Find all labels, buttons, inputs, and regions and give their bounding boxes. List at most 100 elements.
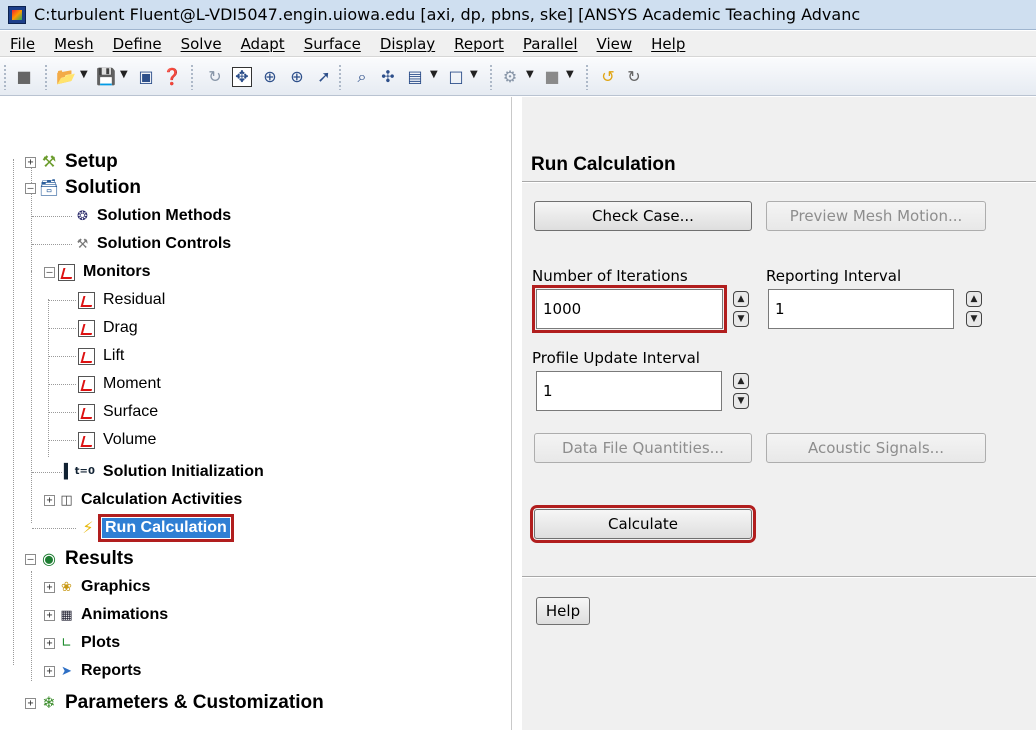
save-icon[interactable]: 💾 — [96, 67, 116, 87]
expand-icon[interactable]: + — [44, 494, 55, 506]
tree-label: Solution — [65, 177, 141, 198]
tree-item-monitors[interactable]: – Monitors — [44, 259, 151, 285]
iterations-stepper[interactable]: ▲ ▼ — [733, 291, 749, 327]
plots-icon: ∟ — [61, 635, 72, 651]
increment-icon[interactable]: ▲ — [733, 373, 749, 389]
tree-item-graphics[interactable]: + ❀ Graphics — [44, 574, 150, 600]
tree-item-monitor-volume[interactable]: Volume — [48, 427, 156, 453]
tree-item-results[interactable]: – ◉ Results — [25, 546, 134, 572]
menu-mesh[interactable]: Mesh — [54, 35, 94, 53]
tree-item-setup[interactable]: + ⚒ Setup — [25, 149, 118, 175]
menu-surface[interactable]: Surface — [304, 35, 361, 53]
tree-item-solution-controls[interactable]: ⚒ Solution Controls — [32, 231, 231, 257]
preview-mesh-motion-button[interactable]: Preview Mesh Motion... — [766, 201, 986, 231]
tree-label: Setup — [65, 151, 118, 172]
collapse-icon[interactable]: – — [25, 182, 36, 194]
parameters-icon: ❄ — [42, 693, 56, 712]
check-case-button[interactable]: Check Case... — [534, 201, 752, 231]
tree-item-reports[interactable]: + ➤ Reports — [44, 658, 141, 684]
zoom-in-icon[interactable]: ⊕ — [260, 67, 280, 87]
reporting-interval-input[interactable]: 1 — [768, 289, 954, 329]
rotate-icon[interactable]: ↻ — [205, 67, 225, 87]
tree-item-solution-methods[interactable]: ❂ Solution Methods — [32, 203, 231, 229]
increment-icon[interactable]: ▲ — [966, 291, 982, 307]
mouse-mode-icon[interactable]: ✣ — [378, 67, 398, 87]
layout-dropdown-icon[interactable]: ▼ — [430, 69, 438, 80]
tree-item-monitor-residual[interactable]: Residual — [48, 287, 165, 313]
menu-display[interactable]: Display — [380, 35, 435, 53]
collapse-icon[interactable]: – — [44, 266, 55, 278]
reporting-interval-stepper[interactable]: ▲ ▼ — [966, 291, 982, 327]
expand-icon[interactable]: + — [44, 581, 55, 593]
acoustic-signals-button[interactable]: Acoustic Signals... — [766, 433, 986, 463]
window-icon[interactable]: □ — [446, 67, 466, 87]
toolbar-separator — [44, 64, 48, 90]
tree-item-monitor-surface[interactable]: Surface — [48, 399, 158, 425]
divider — [522, 181, 1036, 183]
tree-item-solution[interactable]: – 🗃 Solution — [25, 175, 141, 201]
module-icon[interactable]: ■ — [14, 67, 34, 87]
tree-item-monitor-moment[interactable]: Moment — [48, 371, 161, 397]
zoom-box-icon[interactable]: ⊕ — [287, 67, 307, 87]
tree-item-animations[interactable]: + ▦ Animations — [44, 602, 168, 628]
tree-label: Lift — [103, 347, 125, 364]
expand-icon[interactable]: + — [44, 637, 55, 649]
profile-update-stepper[interactable]: ▲ ▼ — [733, 373, 749, 409]
solution-methods-icon: ❂ — [77, 208, 88, 224]
tree-item-calculation-activities[interactable]: + ◫ Calculation Activities — [44, 487, 242, 513]
menu-file[interactable]: File — [10, 35, 35, 53]
toolbar-separator — [338, 64, 342, 90]
menu-view[interactable]: View — [597, 35, 633, 53]
data-file-quantities-button[interactable]: Data File Quantities... — [534, 433, 752, 463]
tree-item-monitor-lift[interactable]: Lift — [48, 343, 124, 369]
decrement-icon[interactable]: ▼ — [733, 311, 749, 327]
window-dropdown-icon[interactable]: ▼ — [470, 69, 478, 80]
layout-icon[interactable]: ▤ — [405, 67, 425, 87]
menu-report[interactable]: Report — [454, 35, 504, 53]
pan-icon[interactable]: ✥ — [232, 67, 252, 87]
lift-monitor-icon — [78, 347, 95, 365]
expand-icon[interactable]: + — [25, 697, 36, 709]
probe-icon[interactable]: ➚ — [314, 67, 334, 87]
menu-solve[interactable]: Solve — [181, 35, 222, 53]
solution-controls-icon: ⚒ — [76, 236, 89, 252]
calculate-button[interactable]: Calculate — [530, 505, 756, 543]
reload-icon[interactable]: ↻ — [624, 67, 644, 87]
iterations-input[interactable]: 1000 — [532, 285, 727, 333]
save-dropdown-icon[interactable]: ▼ — [120, 69, 128, 80]
toolbar-grip — [3, 64, 7, 90]
tree-item-monitor-drag[interactable]: Drag — [48, 315, 138, 341]
collapse-icon[interactable]: – — [25, 553, 36, 565]
tree-item-solution-initialization[interactable]: ▍ t=0 Solution Initialization — [32, 459, 264, 485]
menu-adapt[interactable]: Adapt — [241, 35, 285, 53]
expand-icon[interactable]: + — [44, 665, 55, 677]
fit-icon[interactable]: ⌕ — [352, 67, 372, 87]
menu-define[interactable]: Define — [113, 35, 162, 53]
help-button[interactable]: Help — [536, 597, 590, 625]
fluent-app-icon — [8, 5, 26, 24]
toolbar-separator — [585, 64, 589, 90]
graphics-icon[interactable]: ⚙ — [500, 67, 520, 87]
menu-parallel[interactable]: Parallel — [523, 35, 578, 53]
refresh-icon[interactable]: ↺ — [598, 67, 618, 87]
menu-help[interactable]: Help — [651, 35, 685, 53]
help-icon[interactable]: ❓ — [162, 67, 182, 87]
expand-icon[interactable]: + — [44, 609, 55, 621]
profile-update-input[interactable]: 1 — [536, 371, 722, 411]
increment-icon[interactable]: ▲ — [733, 291, 749, 307]
color-dropdown-icon[interactable]: ▼ — [566, 69, 574, 80]
decrement-icon[interactable]: ▼ — [966, 311, 982, 327]
graphics-dropdown-icon[interactable]: ▼ — [526, 69, 534, 80]
window-title: C:turbulent Fluent@L-VDI5047.engin.uiowa… — [34, 5, 861, 24]
tree-item-parameters[interactable]: + ❄ Parameters & Customization — [25, 690, 324, 716]
title-bar: C:turbulent Fluent@L-VDI5047.engin.uiowa… — [0, 0, 1036, 30]
open-icon[interactable]: 📂 — [56, 67, 76, 87]
tree-item-run-calculation[interactable]: ⚡ Run Calculation — [32, 514, 234, 542]
expand-icon[interactable]: + — [25, 156, 36, 168]
decrement-icon[interactable]: ▼ — [733, 393, 749, 409]
tree-item-plots[interactable]: + ∟ Plots — [44, 630, 120, 656]
color-icon[interactable]: ■ — [542, 67, 562, 87]
toolbar-separator — [489, 64, 493, 90]
open-dropdown-icon[interactable]: ▼ — [80, 69, 88, 80]
screenshot-icon[interactable]: ▣ — [136, 67, 156, 87]
